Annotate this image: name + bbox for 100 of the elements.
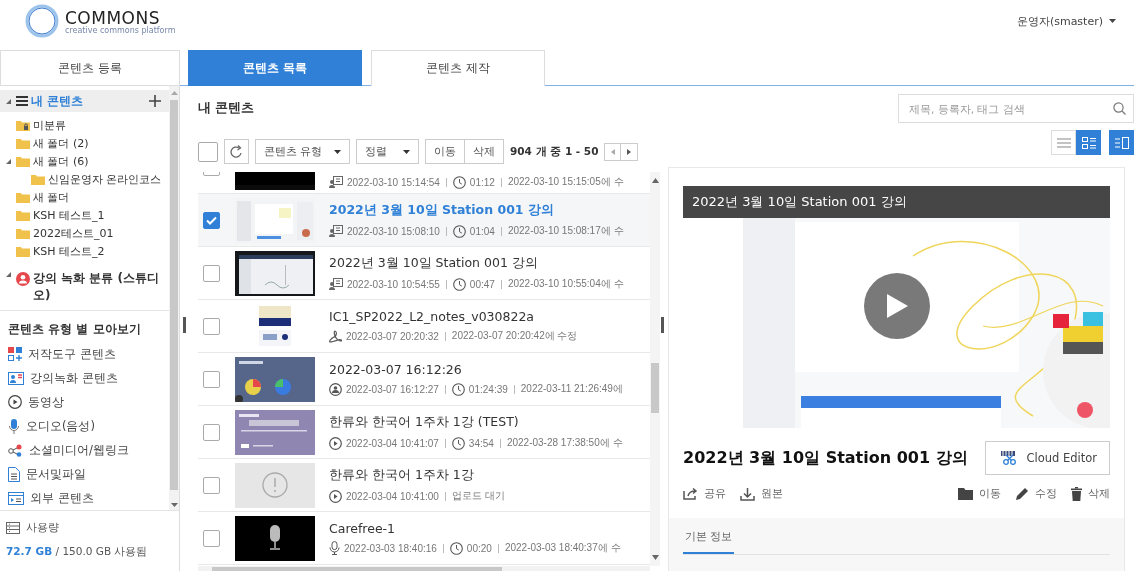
microphone-icon — [268, 525, 282, 551]
tree-item[interactable]: 2022테스트_01 — [33, 225, 169, 241]
type-dropdown[interactable]: 콘텐츠 유형 — [255, 139, 350, 164]
info-tab[interactable]: 기본 정보 — [683, 530, 735, 554]
side-panel-icon — [1114, 136, 1129, 149]
tab[interactable]: 콘텐츠 제작 — [371, 50, 545, 86]
storage-icon — [6, 522, 20, 534]
edit-button[interactable]: 수정 — [1015, 487, 1057, 501]
tree-item[interactable]: 강의 녹화 분류 (스튜디오) — [33, 270, 169, 304]
detail-list-icon — [1081, 136, 1096, 149]
tree-item[interactable]: 신임운영자 온라인코스 — [48, 171, 169, 187]
created-time: 2022-03-10 10:54:55 — [347, 278, 440, 290]
modified-time: 2022-03-03 18:40:37에 수 — [504, 541, 621, 555]
cloud-editor-button[interactable]: Cloud Editor — [985, 441, 1110, 475]
scrollbar[interactable] — [169, 86, 179, 510]
move-button[interactable]: 이동 — [425, 139, 465, 164]
tree-item[interactable]: 새 폴더 — [33, 189, 169, 205]
tab[interactable]: 콘텐츠 등록 — [0, 50, 180, 86]
type-filter-item[interactable]: 오디오(음성) — [26, 418, 95, 434]
tree-item[interactable]: KSH 테스트_2 — [33, 243, 169, 259]
row-checkbox[interactable] — [203, 264, 220, 282]
microphone-icon — [329, 541, 340, 555]
delete-button[interactable]: 삭제 — [1071, 487, 1110, 501]
search-field[interactable]: 제목, 등록자, 태그 검색 — [898, 94, 1134, 123]
content-title[interactable]: 한류와 한국어 1주차 1강 (TEST) — [329, 414, 623, 431]
created-time: 2022-03-10 15:14:54 — [347, 176, 440, 188]
content-title[interactable]: 2022년 3월 10일 Station 001 강의 — [329, 202, 624, 219]
storage-usage: 72.7 GB / 150.0 GB 사용됨 — [6, 545, 149, 559]
delete-button[interactable]: 삭제 — [465, 139, 504, 164]
next-page-button[interactable] — [621, 142, 639, 161]
duration: 00:47 — [469, 278, 495, 290]
caret-icon — [1109, 19, 1116, 23]
preview-panel-toggle[interactable] — [1109, 130, 1134, 155]
scroll-down-icon[interactable] — [170, 502, 178, 508]
type-filter-item[interactable]: 동영상 — [28, 394, 64, 410]
refresh-icon — [230, 144, 243, 159]
content-title[interactable]: Carefree-1 — [329, 521, 621, 536]
row-checkbox[interactable] — [203, 423, 220, 441]
tab[interactable]: 콘텐츠 목록 — [188, 50, 362, 86]
lecture-icon — [329, 278, 343, 290]
add-button[interactable] — [149, 95, 161, 107]
share-icon — [683, 488, 698, 500]
created-time: 2022-03-10 15:08:10 — [347, 225, 440, 237]
tree-item[interactable]: 새 폴더 (2) — [33, 135, 169, 151]
type-filter-item[interactable]: 저작도구 콘텐츠 — [28, 346, 116, 362]
clock-icon — [452, 277, 466, 291]
user-menu[interactable]: 운영자(smaster) — [1016, 13, 1103, 29]
created-time: 2022-03-04 10:41:00 — [346, 490, 439, 502]
select-all-checkbox[interactable] — [198, 141, 218, 162]
type-filter-item[interactable]: 강의녹화 콘텐츠 — [30, 370, 118, 386]
tree-item[interactable]: KSH 테스트_1 — [33, 207, 169, 223]
row-checkbox[interactable] — [203, 370, 220, 388]
refresh-button[interactable] — [224, 139, 249, 164]
panel-title: 내 콘텐츠 — [198, 100, 256, 116]
move-button[interactable]: 이동 — [958, 487, 1001, 501]
resize-handle[interactable] — [661, 317, 664, 333]
scroll-up-icon[interactable] — [651, 178, 659, 183]
content-title[interactable]: 2022년 3월 10일 Station 001 강의 — [329, 255, 624, 272]
modified-time: 2022-03-10 15:15:05에 수 — [507, 175, 624, 189]
check-icon — [206, 215, 217, 225]
row-checkbox[interactable] — [203, 529, 220, 547]
modified-time: 2022-03-07 20:20:42에 수정 — [451, 329, 578, 343]
folder-icon — [958, 488, 973, 500]
scissors-icon — [1000, 450, 1019, 466]
expand-toggle[interactable] — [4, 270, 13, 279]
tree-item[interactable]: 새 폴더 (6) — [33, 153, 169, 169]
section-heading: 콘텐츠 유형 별 모아보기 — [7, 321, 142, 338]
folder-icon — [16, 227, 30, 239]
clock-icon — [449, 541, 463, 555]
row-checkbox[interactable] — [203, 211, 220, 229]
document-icon — [8, 466, 20, 482]
clock-icon — [452, 224, 466, 238]
sort-dropdown[interactable]: 정렬 — [356, 139, 419, 164]
content-title: 2022년 3월 10일 Station 001 강의 — [683, 447, 968, 469]
content-title[interactable]: 2022-03-07 16:12:26 — [329, 362, 623, 377]
created-time: 2022-03-04 10:41:07 — [346, 437, 439, 449]
content-title[interactable]: 한류와 한국어 1주차 1강 — [329, 467, 505, 484]
type-filter-item[interactable]: 소셜미디어/웹링크 — [29, 442, 129, 458]
tree-item[interactable]: 미분류 — [33, 117, 169, 133]
view-toggle[interactable] — [1076, 130, 1101, 155]
download-button[interactable]: 원본 — [740, 487, 783, 501]
type-filter-item[interactable]: 문서및파일 — [26, 466, 86, 482]
resize-handle[interactable] — [182, 317, 186, 333]
locked-folder-icon — [16, 119, 30, 131]
scroll-thumb[interactable] — [651, 363, 659, 413]
type-filter-item[interactable]: 외부 콘텐츠 — [30, 490, 94, 506]
duration: 34:54 — [468, 437, 494, 449]
scroll-down-icon[interactable] — [651, 555, 659, 560]
scrollbar[interactable] — [650, 172, 660, 566]
folder-icon — [16, 191, 30, 203]
right-arrow-icon — [627, 148, 632, 155]
created-time: 2022-03-07 16:12:27 — [346, 383, 439, 395]
row-checkbox[interactable] — [203, 317, 220, 335]
modified-time: 2022-03-10 15:08:17에 수 — [507, 224, 624, 238]
share-button[interactable]: 공유 — [683, 487, 726, 501]
content-title[interactable]: IC1_SP2022_L2_notes_v030822a — [329, 309, 578, 324]
result-count: 904 개 중 1 - 50 — [510, 144, 599, 159]
duration: 01:12 — [469, 176, 495, 188]
row-checkbox[interactable] — [203, 476, 220, 494]
play-circle-icon — [329, 436, 342, 450]
